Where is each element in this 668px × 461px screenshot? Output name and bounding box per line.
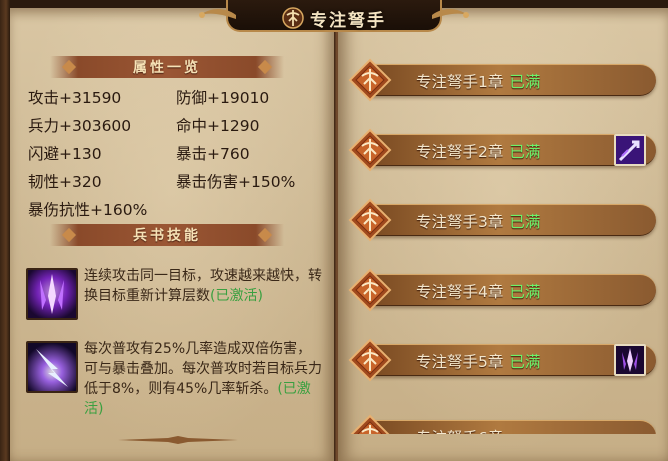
skills-header-label: 兵书技能 — [133, 228, 201, 244]
chapter-row[interactable]: 专注弩手6章 — [348, 412, 656, 434]
chapter-title: 专注弩手2章 — [416, 143, 504, 161]
crossbow-badge-icon — [348, 58, 392, 102]
chapter-row[interactable]: 专注弩手2章 已满 — [348, 126, 656, 176]
skill-1-text: 连续攻击同一目标，攻速越来越快，转换目标重新计算层数 — [84, 268, 322, 304]
chapter-status: 已满 — [509, 353, 541, 371]
attribute-hit: 命中+1290 — [176, 117, 260, 135]
chapter-title: 专注弩手1章 — [416, 73, 504, 91]
chapter-row[interactable]: 专注弩手4章 已满 — [348, 266, 656, 316]
chapter-title: 专注弩手5章 — [416, 353, 504, 371]
chapter-title: 专注弩手4章 — [416, 283, 504, 301]
chapter-bar — [370, 420, 656, 434]
title-ornament-right — [432, 8, 469, 19]
page-bottom-ornament — [118, 436, 238, 444]
crossbow-badge-icon — [348, 268, 392, 312]
chapter-label: 专注弩手5章 已满 — [416, 350, 540, 372]
attribute-dodge: 闪避+130 — [28, 145, 102, 163]
chapter-row[interactable]: 专注弩手5章 已满 — [348, 336, 656, 386]
crossbow-badge-icon — [348, 198, 392, 242]
lightning-skill-icon[interactable] — [26, 341, 78, 393]
chapter-label: 专注弩手4章 已满 — [416, 280, 540, 302]
chapter-status: 已满 — [509, 213, 541, 231]
chapter-label: 专注弩手1章 已满 — [416, 70, 540, 92]
crossbow-emblem-icon — [282, 7, 304, 29]
attribute-attack: 攻击+31590 — [28, 89, 122, 107]
chapter-row[interactable]: 专注弩手3章 已满 — [348, 196, 656, 246]
attribute-toughness: 韧性+320 — [28, 173, 102, 191]
attribute-crit-resist: 暴伤抗性+160% — [28, 201, 148, 219]
skill-1-description: 连续攻击同一目标，攻速越来越快，转换目标重新计算层数(已激活) — [84, 266, 324, 306]
skill-2-description: 每次普攻有25%几率造成双倍伤害，可与暴击叠加。每次普攻时若目标兵力低于8%，则… — [84, 339, 324, 419]
chapter-label: 专注弩手6章 — [416, 426, 509, 434]
attributes-header-label: 属性一览 — [133, 60, 201, 76]
crossbow-badge-icon — [350, 414, 390, 434]
crossbow-badge-icon — [348, 338, 392, 382]
skill-1-status: (已激活) — [210, 288, 263, 304]
blade-reward-icon[interactable] — [614, 344, 646, 376]
chapter-label: 专注弩手2章 已满 — [416, 140, 540, 162]
chapter-label: 专注弩手3章 已满 — [416, 210, 540, 232]
attribute-troops: 兵力+303600 — [28, 117, 132, 135]
blade-skill-icon[interactable] — [26, 268, 78, 320]
chapter-row[interactable]: 专注弩手1章 已满 — [348, 56, 656, 106]
page-title: 专注弩手 — [310, 10, 386, 31]
attributes-header: 属性一览 — [50, 56, 284, 78]
title-ornament-left — [199, 8, 236, 19]
crossbow-badge-icon — [348, 128, 392, 172]
attribute-crit-damage: 暴击伤害+150% — [176, 173, 296, 191]
attribute-crit: 暴击+760 — [176, 145, 250, 163]
attribute-defense: 防御+19010 — [176, 89, 270, 107]
chapter-title: 专注弩手3章 — [416, 213, 504, 231]
title-plate: 专注弩手 — [196, 0, 472, 36]
skills-header: 兵书技能 — [50, 224, 284, 246]
chapter-status: 已满 — [509, 73, 541, 91]
chapter-status: 已满 — [509, 283, 541, 301]
arrow-reward-icon[interactable] — [614, 134, 646, 166]
chapter-status: 已满 — [509, 143, 541, 161]
chapter-title: 专注弩手6章 — [416, 429, 503, 434]
